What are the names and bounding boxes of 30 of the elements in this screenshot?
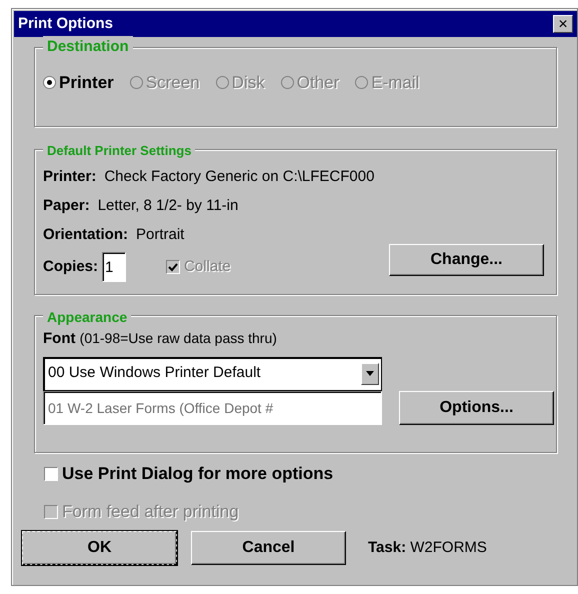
- field-label: Orientation:: [43, 225, 128, 246]
- field-value: Check Factory Generic on C:\LFECF000: [104, 167, 374, 188]
- field-label: Printer:: [43, 167, 96, 188]
- field-label: Paper:: [43, 196, 90, 216]
- window-title: Print Options: [18, 14, 113, 34]
- radio-label: Disk: [232, 72, 265, 94]
- dialog-button[interactable]: OK: [22, 531, 177, 565]
- font-label: Font: [43, 330, 76, 347]
- options-button[interactable]: Options...: [399, 390, 554, 424]
- radio-label: Printer: [59, 72, 114, 94]
- field-value: Portrait: [136, 225, 184, 246]
- close-button[interactable]: ×: [553, 15, 573, 33]
- font-dropdown[interactable]: 00 Use Windows Printer Default: [43, 356, 382, 390]
- radio-label: Screen: [146, 72, 200, 94]
- collate-label: Collate: [184, 256, 231, 277]
- change-button[interactable]: Change...: [389, 244, 544, 276]
- checkbox-label: Use Print Dialog for more options: [62, 463, 334, 486]
- copies-label: Copies:: [43, 256, 98, 277]
- checkbox-label: Form feed after printing: [62, 501, 239, 524]
- radio-label: E-mail: [371, 72, 420, 94]
- field-value: Letter, 8 1/2- by 11-in: [98, 196, 238, 216]
- task-value: W2FORMS: [410, 538, 487, 556]
- font-hint: (01-98=Use raw data pass thru): [80, 330, 277, 346]
- radio-label: Other: [296, 72, 340, 94]
- copies-field[interactable]: 1: [102, 252, 126, 282]
- checkbox[interactable]: [44, 467, 58, 481]
- dialog-button[interactable]: Cancel: [191, 531, 346, 565]
- task-label: Task:: [368, 538, 406, 556]
- check-icon: [168, 262, 178, 272]
- radio-button[interactable]: [43, 76, 56, 90]
